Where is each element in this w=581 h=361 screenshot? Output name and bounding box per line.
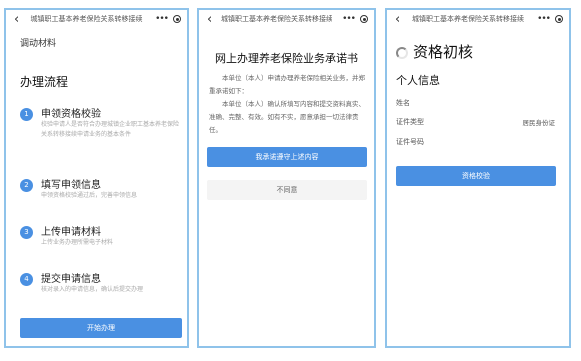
process-screen: ‹ 城镇职工基本养老保险关系转移接续 ••• 调动材料 办理流程 1 申领资格校… bbox=[4, 8, 189, 348]
title-bar: ‹ 城镇职工基本养老保险关系转移接续 ••• bbox=[6, 10, 187, 32]
id-type-value[interactable]: 居民身份证 bbox=[523, 117, 556, 127]
window-title: 城镇职工基本养老保险关系转移接续 bbox=[221, 15, 332, 23]
step-description: 核对录入的申请信息，确认后提交办理 bbox=[41, 286, 144, 293]
promise-screen: ‹ 城镇职工基本养老保险关系转移接续 ••• 网上办理养老保险业务承诺书 本单位… bbox=[197, 8, 376, 348]
back-arrow-icon[interactable]: ‹ bbox=[207, 11, 212, 29]
verify-button[interactable]: 资格校验 bbox=[396, 166, 556, 186]
disagree-button[interactable]: 不同意 bbox=[207, 180, 367, 200]
promise-paragraph: 本单位（本人）确认所填写内容和提交资料真实、准确、完整、有效。如有不实，愿意承担… bbox=[209, 100, 365, 134]
promise-text: 本单位（本人）申请办理养老保险相关业务，并郑重承诺如下： 本单位（本人）确认所填… bbox=[209, 72, 366, 137]
step-title: 上传申请材料 bbox=[41, 227, 101, 238]
process-title: 办理流程 bbox=[20, 75, 69, 89]
step-number: 2 bbox=[20, 179, 33, 192]
qualification-screen: ‹ 城镇职工基本养老保险关系转移接续 ••• 资格初核 个人信息 姓名 证件类型… bbox=[385, 8, 571, 348]
step-title: 填写申领信息 bbox=[41, 180, 101, 191]
more-dots-icon[interactable]: ••• bbox=[537, 11, 551, 27]
target-icon[interactable] bbox=[360, 15, 368, 23]
agree-button[interactable]: 我承诺遵守上述内容 bbox=[207, 147, 367, 167]
loading-spinner-icon bbox=[396, 47, 408, 59]
step-title: 提交申请信息 bbox=[41, 274, 101, 285]
back-arrow-icon[interactable]: ‹ bbox=[14, 11, 19, 29]
step-number: 1 bbox=[20, 108, 33, 121]
start-button[interactable]: 开始办理 bbox=[20, 318, 182, 338]
target-icon[interactable] bbox=[555, 15, 563, 23]
personal-info-heading: 个人信息 bbox=[396, 74, 440, 87]
step-description: 申领资格校验通过后，完善申领信息 bbox=[41, 192, 138, 199]
step-number: 4 bbox=[20, 273, 33, 286]
more-dots-icon[interactable]: ••• bbox=[155, 11, 169, 27]
target-icon[interactable] bbox=[173, 15, 181, 23]
section-label: 调动材料 bbox=[20, 39, 57, 49]
promise-title: 网上办理养老保险业务承诺书 bbox=[215, 52, 358, 65]
window-title: 城镇职工基本养老保险关系转移接续 bbox=[30, 15, 143, 23]
step-description: 上传业务办理所需电子材料 bbox=[41, 239, 114, 246]
promise-paragraph: 本单位（本人）申请办理养老保险相关业务，并郑重承诺如下： bbox=[209, 74, 365, 95]
step-number: 3 bbox=[20, 226, 33, 239]
step-description: 校验申请人是否符合办理城镇企业职工基本养老保险关系转移接续申请业务的基本条件 bbox=[41, 121, 180, 138]
step-title: 申领资格校验 bbox=[41, 109, 101, 120]
window-title: 城镇职工基本养老保险关系转移接续 bbox=[412, 15, 524, 23]
id-number-label: 证件号码 bbox=[396, 138, 424, 146]
page-title: 资格初核 bbox=[413, 43, 474, 61]
title-bar: ‹ 城镇职工基本养老保险关系转移接续 ••• bbox=[199, 10, 374, 32]
name-label: 姓名 bbox=[396, 99, 410, 107]
back-arrow-icon[interactable]: ‹ bbox=[395, 11, 400, 29]
title-bar: ‹ 城镇职工基本养老保险关系转移接续 ••• bbox=[387, 10, 569, 32]
id-type-label: 证件类型 bbox=[396, 118, 424, 126]
more-dots-icon[interactable]: ••• bbox=[342, 11, 356, 27]
